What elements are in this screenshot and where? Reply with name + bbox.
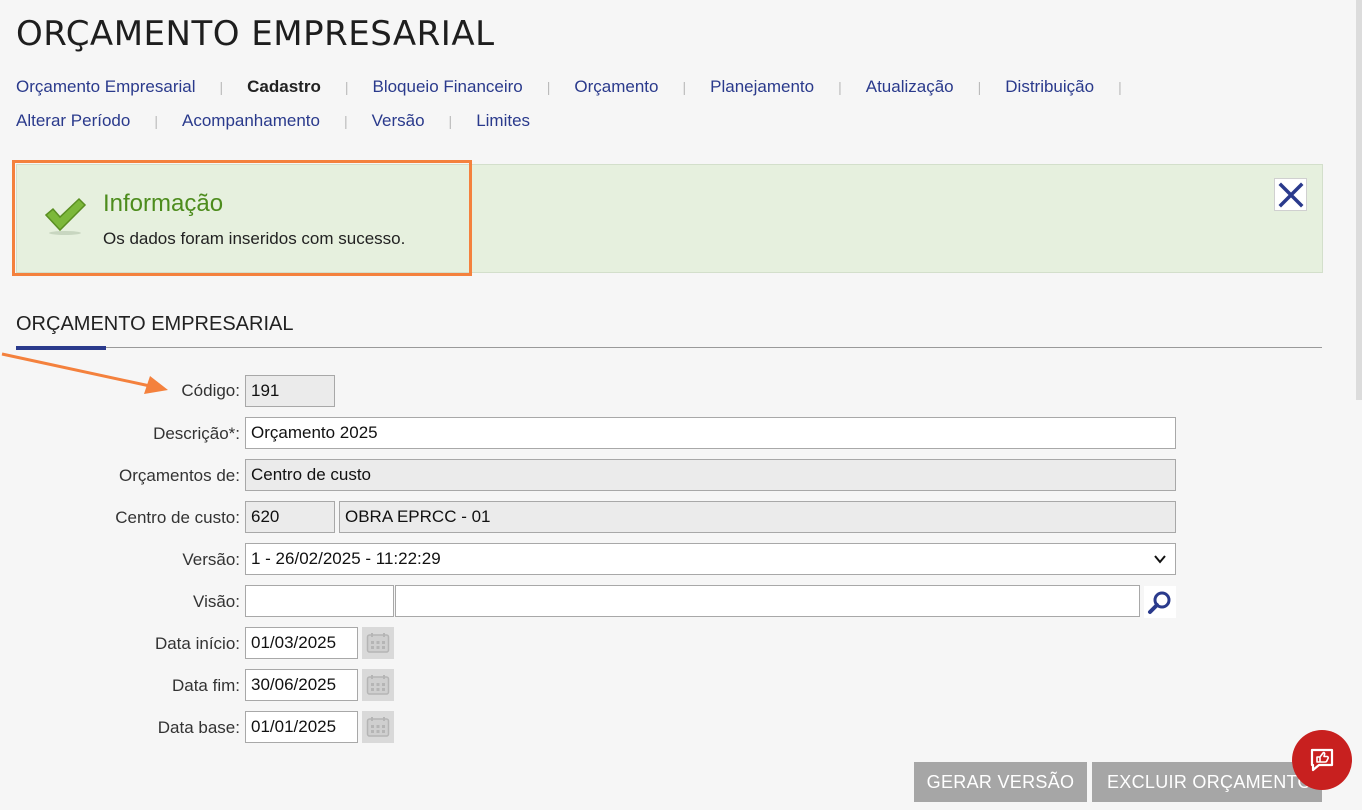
nav-separator: | [1118,79,1122,95]
nav-separator: | [977,79,982,95]
nav-atualizacao[interactable]: Atualização [866,77,954,97]
calendar-icon [366,675,390,695]
nav-versao[interactable]: Versão [372,111,425,131]
alert-highlight-box [12,160,472,276]
chat-feedback-icon [1310,748,1334,772]
centro-custo-code-field[interactable]: 620 [245,501,335,533]
codigo-label: Código: [181,381,240,400]
nav-limites[interactable]: Limites [476,111,530,131]
close-icon [1278,182,1303,207]
centro-custo-name-field[interactable]: OBRA EPRCC - 01 [339,501,1176,533]
nav-separator: | [682,79,687,95]
nav-row-2: Alterar Período | Acompanhamento | Versã… [16,110,1216,132]
data-base-field[interactable]: 01/01/2025 [245,711,358,743]
data-fim-label: Data fim: [171,676,240,695]
descricao-label: Descrição*: [153,424,240,443]
descricao-field[interactable]: Orçamento 2025 [245,417,1176,449]
data-inicio-field[interactable]: 01/03/2025 [245,627,358,659]
annotation-arrow [1,352,168,394]
nav-separator: | [343,113,348,129]
visao-name-field[interactable] [395,585,1140,617]
data-inicio-calendar-button[interactable] [362,627,394,659]
nav-separator: | [448,113,453,129]
data-base-label: Data base: [157,718,240,737]
top-nav: Orçamento Empresarial | Cadastro | Bloqu… [16,76,1216,144]
excluir-orcamento-button[interactable]: EXCLUIR ORÇAMENTO [1092,762,1322,802]
orcamentos-de-label: Orçamentos de: [119,466,240,485]
nav-planejamento[interactable]: Planejamento [710,77,814,97]
nav-row-1: Orçamento Empresarial | Cadastro | Bloqu… [16,76,1216,98]
section-title: ORÇAMENTO EMPRESARIAL [16,313,294,335]
nav-separator: | [344,79,349,95]
orcamentos-de-field[interactable]: Centro de custo [245,459,1176,491]
calendar-icon [366,717,390,737]
data-inicio-label: Data início: [154,634,240,653]
visao-label: Visão: [193,592,240,611]
nav-cadastro[interactable]: Cadastro [247,77,321,97]
data-fim-field[interactable]: 30/06/2025 [245,669,358,701]
section-divider [16,347,1322,348]
nav-bloqueio-financeiro[interactable]: Bloqueio Financeiro [372,77,522,97]
nav-separator: | [219,79,224,95]
calendar-icon [366,633,390,653]
visao-code-field[interactable] [245,585,394,617]
nav-separator: | [838,79,842,95]
search-icon [1148,591,1171,614]
nav-separator: | [546,79,551,95]
nav-separator: | [154,113,158,129]
nav-alterar-periodo[interactable]: Alterar Período [16,111,130,131]
data-base-calendar-button[interactable] [362,711,394,743]
versao-label: Versão: [182,550,240,569]
page-scrollbar[interactable] [1356,0,1362,400]
gerar-versao-button[interactable]: GERAR VERSÃO [914,762,1087,802]
nav-distribuicao[interactable]: Distribuição [1005,77,1094,97]
nav-acompanhamento[interactable]: Acompanhamento [182,111,320,131]
codigo-field[interactable]: 191 [245,375,335,407]
alert-close-button[interactable] [1274,178,1307,211]
data-fim-calendar-button[interactable] [362,669,394,701]
versao-select[interactable]: 1 - 26/02/2025 - 11:22:29 [245,543,1176,575]
visao-search-button[interactable] [1144,586,1176,618]
page-title: ORÇAMENTO EMPRESARIAL [16,14,495,54]
versao-select-value: 1 - 26/02/2025 - 11:22:29 [251,549,441,568]
feedback-chat-button[interactable] [1292,730,1352,790]
nav-orcamento-empresarial[interactable]: Orçamento Empresarial [16,77,196,97]
nav-orcamento[interactable]: Orçamento [574,77,658,97]
chevron-down-icon [1154,555,1166,564]
centro-custo-label: Centro de custo: [115,508,240,527]
